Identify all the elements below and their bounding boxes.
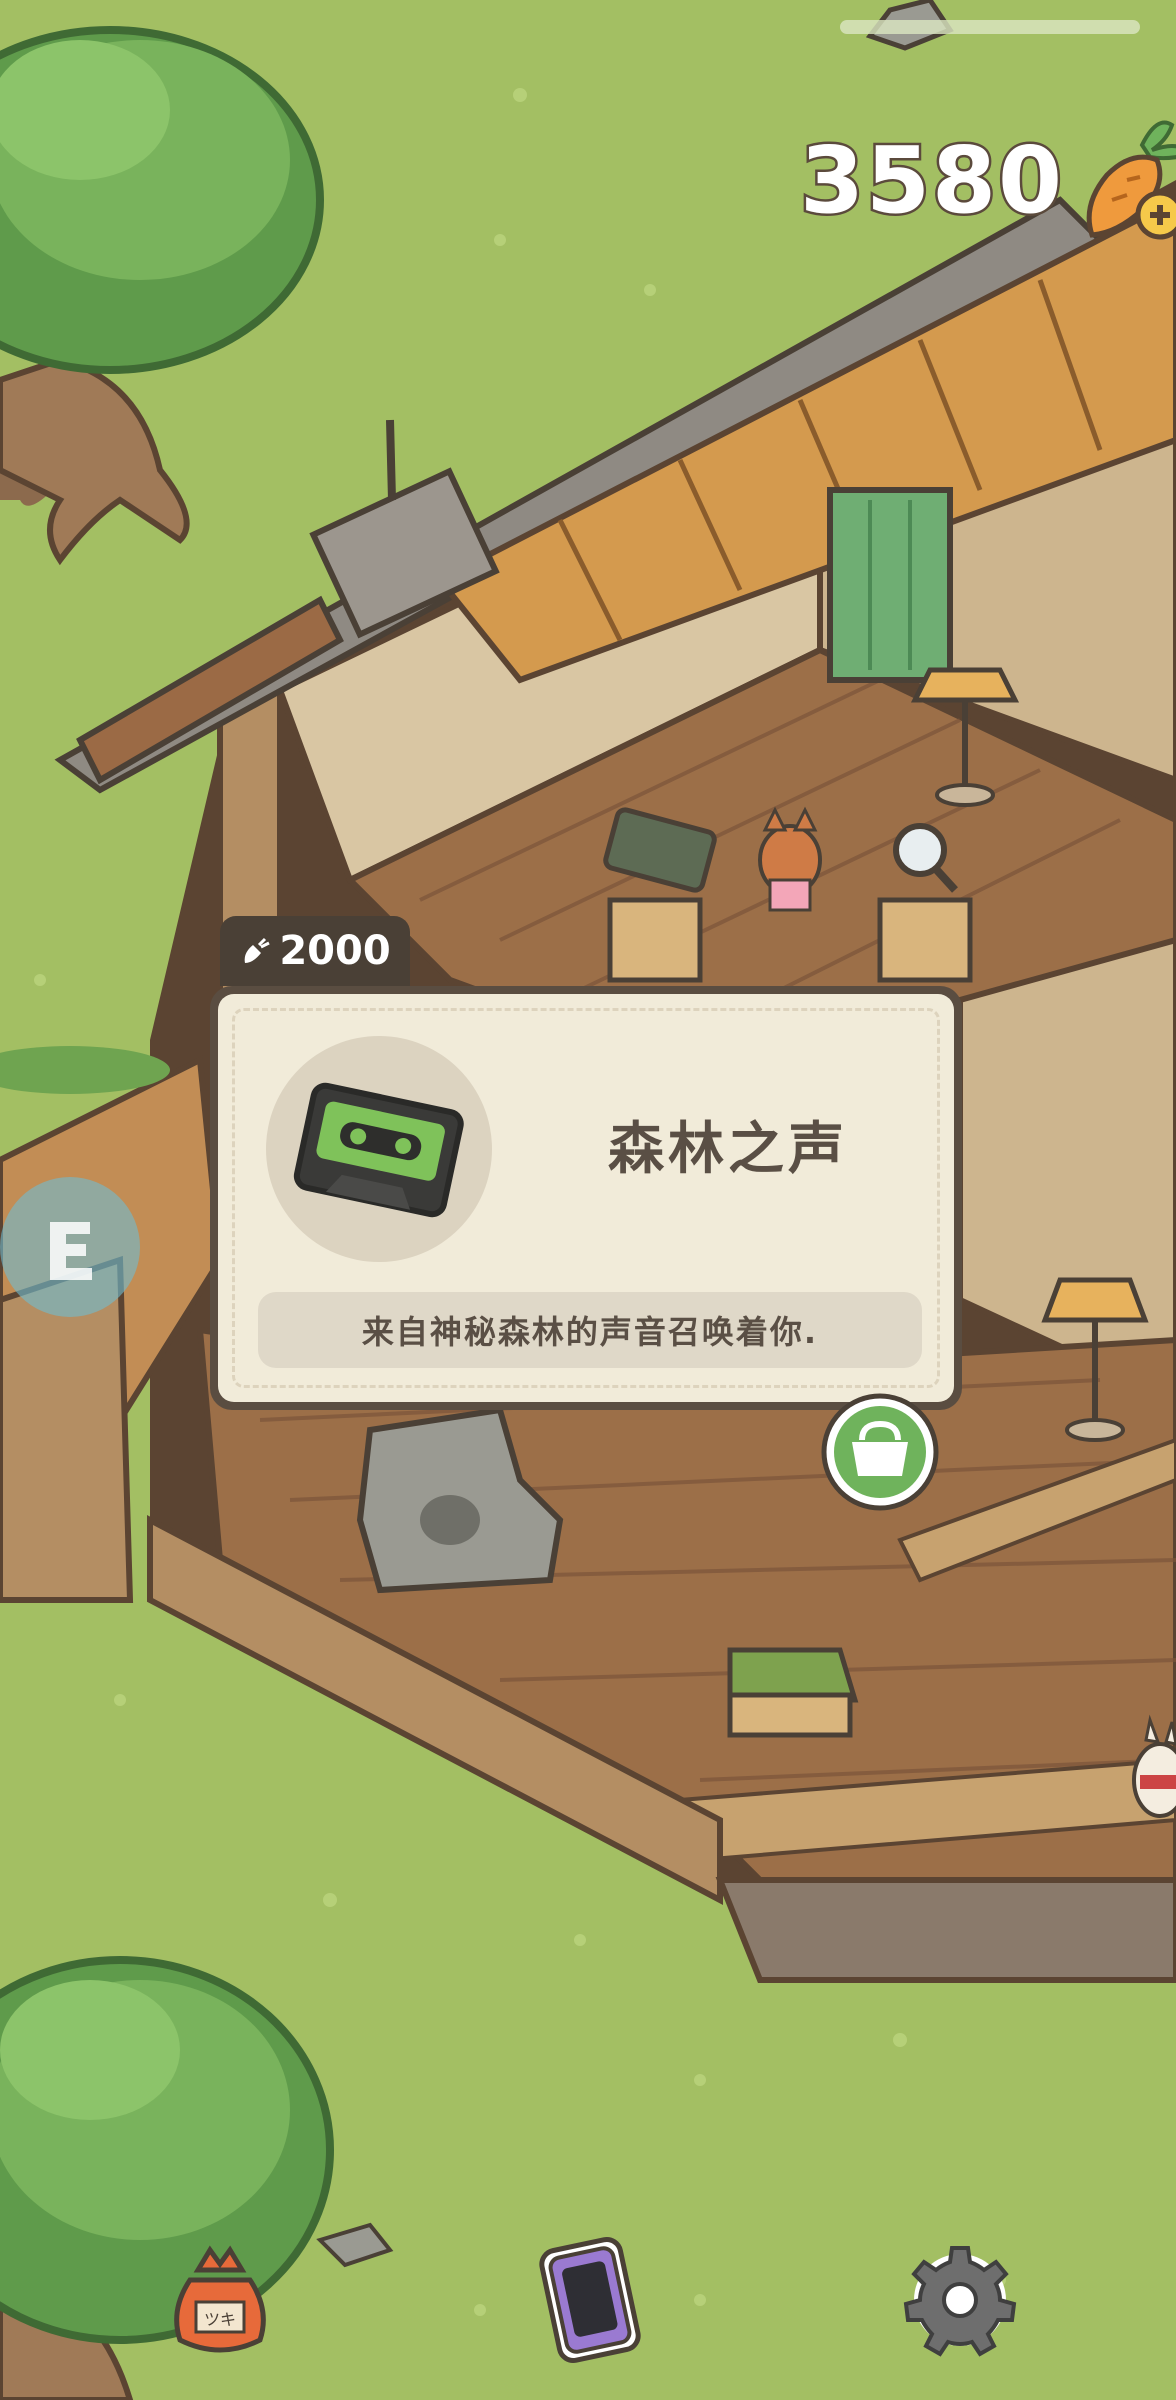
item-description: 来自神秘森林的声音召唤着你. <box>258 1292 922 1368</box>
gear-icon <box>903 2246 1017 2357</box>
buy-button[interactable] <box>820 1392 940 1512</box>
carrot-plus-icon[interactable] <box>1072 115 1176 245</box>
inventory-button[interactable]: ツキ <box>150 2230 290 2370</box>
drag-bar[interactable] <box>840 20 1140 34</box>
sack-icon <box>174 2245 266 2353</box>
settings-button[interactable] <box>890 2230 1030 2370</box>
side-menu-icon[interactable] <box>0 1172 150 1322</box>
item-image <box>266 1036 492 1262</box>
carrot-icon <box>244 937 270 963</box>
price-value: 2000 <box>279 928 391 974</box>
price-tag: 2000 <box>220 916 410 986</box>
bag-label: ツキ <box>204 2310 236 2329</box>
item-name: 森林之声 <box>608 1117 848 1182</box>
item-card: 森林之声 来自神秘森林的声音召唤着你. <box>210 986 962 1410</box>
phone-button[interactable] <box>520 2230 660 2370</box>
cassette-tape-icon <box>293 1082 464 1218</box>
carrot-counter: 3580 <box>797 120 1176 240</box>
phone-icon <box>539 2237 641 2363</box>
carrot-count: 3580 <box>797 124 1065 236</box>
